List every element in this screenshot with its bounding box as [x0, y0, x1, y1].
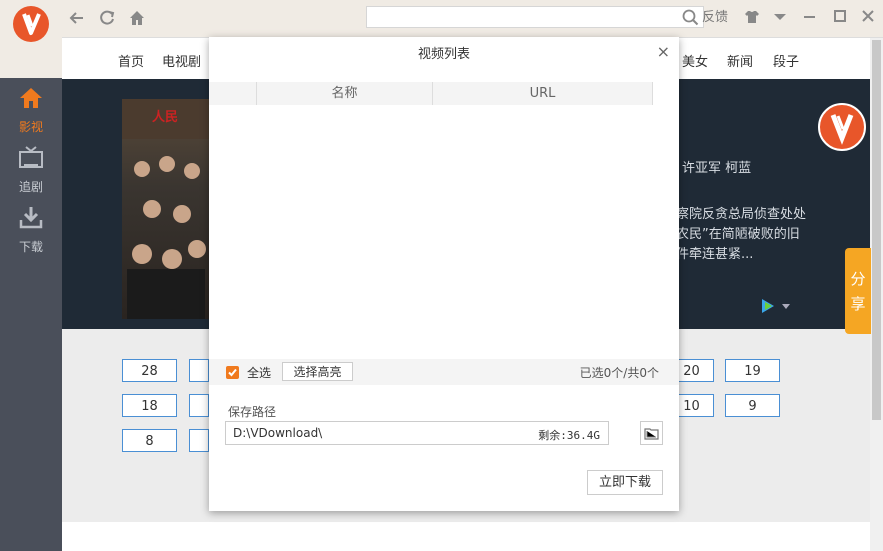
- sidebar-item-movies[interactable]: 影视: [0, 82, 62, 142]
- select-hd-button[interactable]: 选择高亮: [282, 362, 353, 381]
- close-window-icon[interactable]: [858, 7, 878, 27]
- description-line: 察院反贪总局侦查处处: [676, 207, 807, 222]
- scrollbar-thumb[interactable]: [872, 40, 881, 420]
- cast-text: 许亚军 柯蓝: [682, 161, 752, 176]
- share-button[interactable]: 分 享: [845, 248, 871, 334]
- sidebar-item-label: 追剧: [18, 180, 43, 194]
- episode-button[interactable]: [189, 359, 209, 382]
- select-all-label[interactable]: 全选: [247, 364, 271, 381]
- sidebar-item-label: 影视: [18, 120, 43, 134]
- skin-icon[interactable]: [742, 7, 762, 27]
- select-all-checkbox[interactable]: [226, 366, 239, 379]
- dialog-title: 视频列表: [417, 47, 470, 62]
- home-nav-icon[interactable]: [127, 8, 147, 28]
- close-icon[interactable]: ×: [657, 42, 670, 61]
- footer-area: [62, 522, 870, 551]
- checkmark-icon: [228, 368, 237, 377]
- search-box[interactable]: [366, 6, 704, 28]
- action-bar: 全选 选择高亮 已选0个/共0个: [209, 359, 679, 385]
- download-now-button[interactable]: 立即下载: [587, 470, 663, 495]
- player-source-icon[interactable]: [760, 297, 794, 315]
- episode-button[interactable]: [189, 394, 209, 417]
- minimize-icon[interactable]: [800, 7, 820, 27]
- column-name[interactable]: 名称: [256, 82, 432, 105]
- top-bar: 反馈: [62, 0, 883, 38]
- video-list-dialog: 视频列表 × 名称 URL 全选 选择高亮 已选0个/共0个 保存路径 D:\V…: [209, 37, 679, 511]
- brand-logo-icon: [818, 103, 866, 151]
- search-input[interactable]: [371, 8, 675, 28]
- app-logo: [0, 0, 62, 78]
- episode-button[interactable]: 9: [725, 394, 780, 417]
- free-space: 剩余:36.4G: [538, 429, 600, 442]
- search-icon[interactable]: [682, 9, 699, 26]
- tv-icon: [19, 146, 43, 168]
- episode-button[interactable]: 28: [122, 359, 177, 382]
- sidebar-item-follow[interactable]: 追剧: [0, 142, 62, 202]
- save-path-value: D:\VDownload\: [233, 426, 323, 440]
- sidebar: 影视 追剧 下载: [0, 0, 62, 551]
- home-icon: [20, 88, 42, 108]
- sidebar-item-download[interactable]: 下载: [0, 202, 62, 262]
- category-news[interactable]: 新闻: [727, 51, 753, 70]
- table-header: 名称 URL: [209, 82, 653, 105]
- feedback-button[interactable]: 反馈: [702, 6, 728, 25]
- share-label: 分: [850, 270, 866, 288]
- episode-button[interactable]: 18: [122, 394, 177, 417]
- browse-folder-button[interactable]: [640, 421, 663, 445]
- category-beauty[interactable]: 美女: [682, 51, 708, 70]
- menu-dropdown-icon[interactable]: [770, 7, 790, 27]
- category-home[interactable]: 首页: [118, 51, 144, 70]
- sidebar-item-label: 下载: [18, 240, 43, 254]
- episode-button[interactable]: 8: [122, 429, 177, 452]
- save-path-label: 保存路径: [228, 405, 277, 419]
- episode-button[interactable]: [189, 429, 209, 452]
- description-line: 件牵连甚紧...: [676, 247, 754, 262]
- download-icon: [19, 207, 43, 229]
- share-label: 享: [850, 295, 866, 313]
- column-url[interactable]: URL: [432, 82, 653, 105]
- logo-icon: [13, 6, 49, 42]
- category-tv[interactable]: 电视剧: [162, 51, 201, 70]
- description-line: 农民”在简陋破败的旧: [676, 227, 800, 242]
- folder-icon: [644, 428, 659, 440]
- svg-text:人民: 人民: [152, 109, 178, 125]
- poster-image[interactable]: 人民: [122, 99, 210, 319]
- refresh-icon[interactable]: [97, 8, 117, 28]
- back-arrow-icon[interactable]: [67, 8, 87, 28]
- selection-count: 已选0个/共0个: [579, 366, 659, 380]
- episode-button[interactable]: 19: [725, 359, 780, 382]
- maximize-icon[interactable]: [830, 7, 850, 27]
- category-jokes[interactable]: 段子: [773, 51, 799, 70]
- save-path-field[interactable]: D:\VDownload\ 剩余:36.4G: [225, 421, 609, 445]
